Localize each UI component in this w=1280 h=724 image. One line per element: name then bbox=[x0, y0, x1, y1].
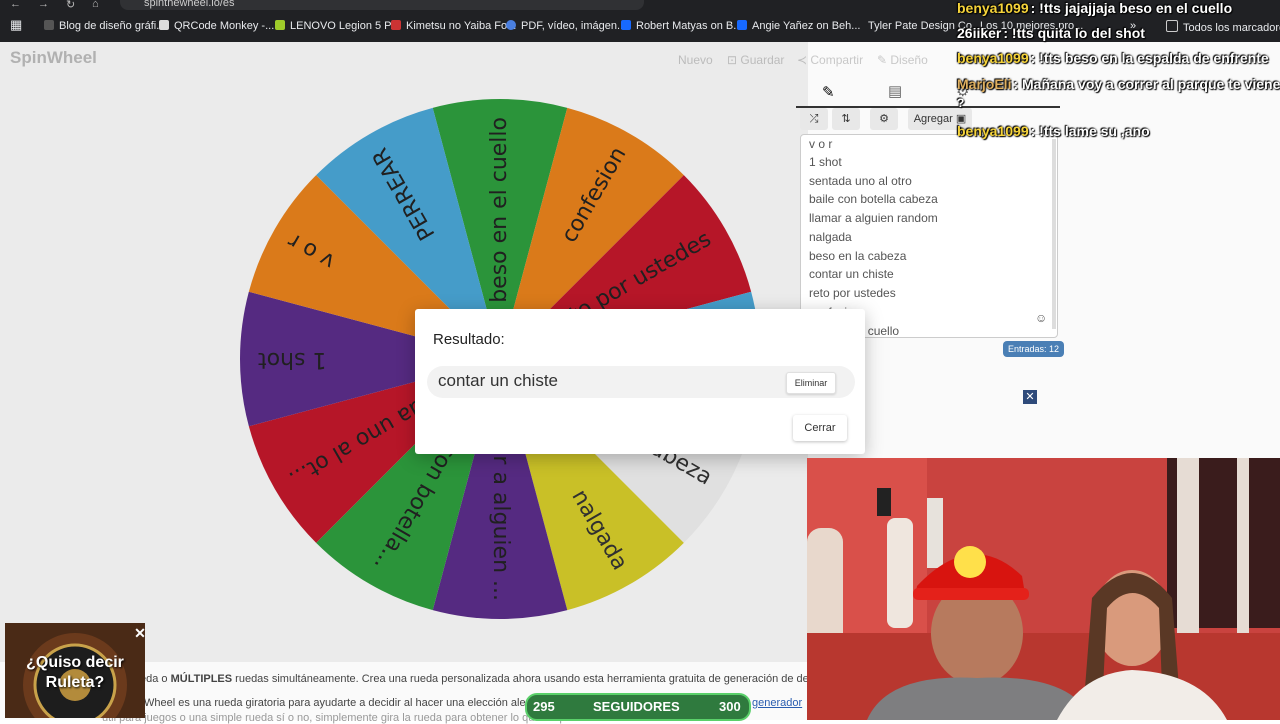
pdf-icon bbox=[506, 20, 516, 30]
scrollbar[interactable] bbox=[1052, 139, 1056, 329]
result-text: contar un chiste bbox=[438, 371, 559, 390]
chat-message: benya1099: !tts jajajjaja beso en el cue… bbox=[957, 0, 1232, 16]
chat-username: MarjoEli bbox=[957, 76, 1012, 92]
chat-username: benya1099 bbox=[957, 50, 1029, 66]
design-button[interactable]: ✎ Diseño bbox=[877, 53, 928, 67]
palette-icon: ✎ bbox=[877, 53, 891, 67]
chat-text: : Mañana voy a correr al parque te viene bbox=[1013, 76, 1280, 92]
bookmark-item[interactable]: QRCode Monkey -... bbox=[159, 20, 274, 32]
followers-goal-bar: 295 SEGUIDORES 300 bbox=[525, 693, 751, 721]
entry-line: v o r bbox=[809, 137, 833, 151]
chat-message: ? bbox=[957, 96, 964, 110]
followers-label: SEGUIDORES bbox=[593, 699, 680, 714]
description-line: Wheel es una rueda giratoria para ayudar… bbox=[144, 697, 554, 709]
chat-message: MarjoEli: Mañana voy a correr al parque … bbox=[957, 76, 1280, 92]
generator-link[interactable]: generador bbox=[752, 697, 802, 709]
followers-current: 295 bbox=[533, 699, 555, 714]
shuffle-icon: ⤮ bbox=[809, 113, 819, 125]
chat-text: : !tts quita lo del shot bbox=[1003, 25, 1145, 41]
entry-line: llamar a alguien random bbox=[809, 211, 938, 225]
entry-line: contar un chiste bbox=[809, 267, 894, 281]
entry-line: baile con botella cabeza bbox=[809, 192, 938, 206]
emoji-icon[interactable]: ☺ bbox=[1035, 311, 1047, 325]
entry-line: beso en la cabeza bbox=[809, 249, 907, 263]
close-icon[interactable]: ✕ bbox=[1023, 390, 1037, 404]
ad-text: ¿Quiso decir Ruleta? bbox=[26, 654, 124, 691]
chat-text: ? bbox=[957, 96, 965, 110]
address-bar[interactable]: spinthewheel.io/es bbox=[120, 0, 644, 10]
description-line: útil para juegos o una simple rueda sí o… bbox=[102, 712, 592, 724]
entry-line: sentada uno al otro bbox=[809, 174, 912, 188]
delete-button[interactable]: Eliminar bbox=[786, 372, 836, 394]
result-box: contar un chiste Eliminar bbox=[427, 366, 855, 398]
close-button[interactable]: Cerrar bbox=[793, 415, 847, 441]
entry-line: reto por ustedes bbox=[809, 286, 896, 300]
forward-icon[interactable]: → bbox=[38, 0, 49, 10]
bookmark-item[interactable]: Blog de diseño gráfi... bbox=[44, 20, 165, 32]
description-line: eda o MÚLTIPLES ruedas simultáneamente. … bbox=[140, 673, 849, 685]
bookmark-item[interactable]: Angie Yañez on Beh... bbox=[737, 20, 860, 32]
kimetsu-icon bbox=[391, 20, 401, 30]
qr-icon bbox=[159, 20, 169, 30]
bookmark-item[interactable]: Kimetsu no Yaiba Fo... bbox=[391, 20, 516, 32]
ad-close-icon[interactable]: ✕ bbox=[132, 625, 145, 641]
folder-icon bbox=[1166, 20, 1178, 32]
behance-icon bbox=[737, 20, 747, 30]
dialog-title: Resultado: bbox=[433, 331, 505, 348]
followers-goal: 300 bbox=[719, 699, 741, 714]
ad-banner[interactable]: ¿Quiso decir Ruleta? ✕ bbox=[5, 623, 145, 718]
back-icon[interactable]: ← bbox=[10, 0, 21, 10]
clipboard-icon[interactable]: ▤ bbox=[888, 82, 902, 100]
result-dialog: Resultado: contar un chiste Eliminar Cer… bbox=[415, 309, 865, 454]
sort-icon: ⇅ bbox=[841, 113, 851, 125]
apps-grid-icon[interactable]: ▦ bbox=[10, 17, 22, 33]
bookmark-folder[interactable]: Todos los marcadores bbox=[1166, 20, 1280, 34]
entry-line: 1 shot bbox=[809, 155, 842, 169]
reload-icon[interactable]: ↻ bbox=[66, 0, 75, 11]
bookmark-item[interactable]: PDF, vídeo, imágen... bbox=[506, 20, 626, 32]
chat-text: : !tts jajajjaja beso en el cuello bbox=[1030, 0, 1233, 16]
globe-icon bbox=[44, 20, 54, 30]
chat-text: : !tts lame su ,ano bbox=[1030, 123, 1150, 139]
entry-line: nalgada bbox=[809, 230, 852, 244]
behance-icon bbox=[621, 20, 631, 30]
chat-message: benya1099: !tts lame su ,ano bbox=[957, 123, 1150, 139]
home-icon[interactable]: ⌂ bbox=[92, 0, 99, 10]
bookmark-item[interactable]: Robert Matyas on B... bbox=[621, 20, 742, 32]
gear-icon: ⚙ bbox=[879, 113, 889, 125]
chat-message: benya1099: !tts beso en la espalda de en… bbox=[957, 50, 1269, 66]
webcam-feed bbox=[807, 458, 1280, 720]
advanced-button[interactable]: ⚙ bbox=[870, 108, 898, 130]
sort-button[interactable]: ⇅ bbox=[832, 108, 860, 130]
edit-icon[interactable]: ✎ bbox=[822, 83, 835, 101]
chat-username: benya1099 bbox=[957, 0, 1029, 16]
bookmark-item[interactable]: LENOVO Legion 5 P... bbox=[275, 20, 399, 32]
chat-username: 26iiker bbox=[957, 25, 1002, 41]
lenovo-icon bbox=[275, 20, 285, 30]
entries-textarea[interactable]: v o r 1 shot sentada uno al otro baile c… bbox=[800, 134, 1058, 338]
chat-message: 26iiker: !tts quita lo del shot bbox=[957, 25, 1145, 41]
shuffle-button[interactable]: ⤮ bbox=[800, 108, 828, 130]
chat-username: benya1099 bbox=[957, 123, 1029, 139]
entries-count-badge: Entradas: 12 bbox=[1003, 341, 1065, 357]
chat-text: : !tts beso en la espalda de enfrente bbox=[1030, 50, 1269, 66]
